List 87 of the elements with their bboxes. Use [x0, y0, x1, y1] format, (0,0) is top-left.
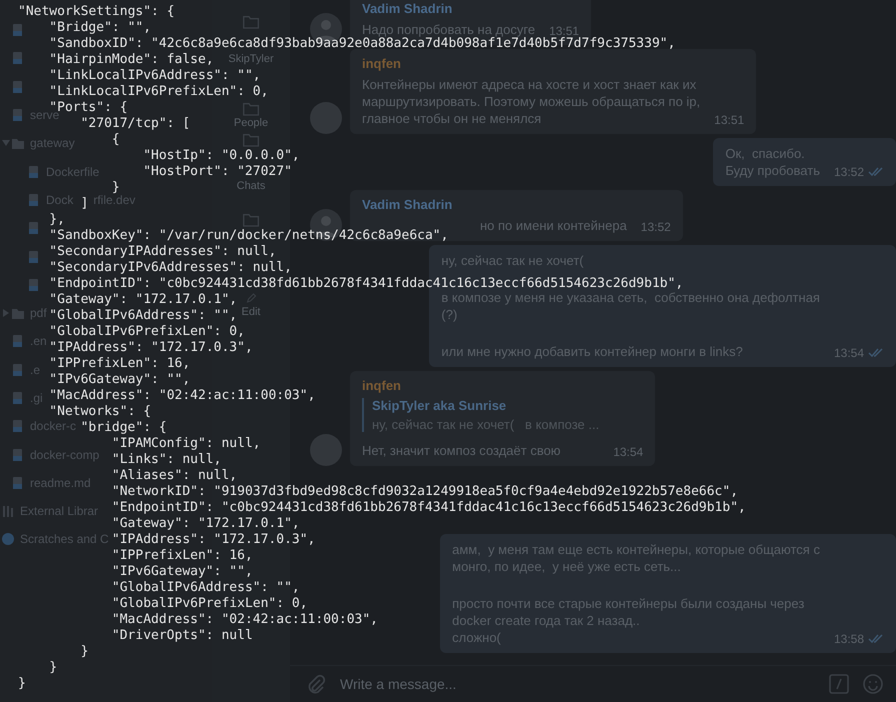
sender-name: Vadim Shadrin	[362, 1, 454, 16]
file-icon	[28, 222, 40, 234]
code-line: }	[49, 660, 58, 676]
file-icon	[28, 194, 40, 206]
code-line: "Aliases": null,	[112, 468, 238, 484]
code-line: "GlobalIPv6Address": "",	[49, 308, 238, 324]
code-line: "IPAMConfig": null,	[112, 436, 261, 452]
file-icon	[12, 476, 24, 489]
message-time: 13:51	[714, 113, 744, 127]
folder-icon	[240, 132, 262, 148]
code-line: {	[112, 132, 120, 148]
sender-name: inqfen	[362, 378, 402, 393]
emoji-icon[interactable]	[862, 673, 884, 695]
file-icon	[28, 250, 40, 263]
sender-name: inqfen	[362, 56, 402, 71]
code-line: "MacAddress": "02:42:ac:11:00:03",	[49, 388, 316, 404]
code-line: "GlobalIPv6PrefixLen": 0,	[112, 596, 308, 612]
code-line: "IPPrefixLen": 16,	[49, 356, 190, 372]
folder-icon	[12, 137, 24, 150]
pencil-icon	[244, 293, 258, 305]
file-icon	[12, 109, 24, 122]
code-line: }	[112, 180, 120, 195]
message-time: 13:54	[613, 445, 644, 459]
code-line: "Links": null,	[112, 452, 222, 468]
library-icon	[2, 505, 14, 518]
code-line: "SandboxID": "42c6c8a9e6ca8df93bab9aa92e0a88a2ca7d4b098af1e7d40b5f7d7f9c375339",	[49, 36, 676, 52]
message-time: 13:51	[549, 24, 580, 38]
code-line: "GlobalIPv6Address": "",	[112, 580, 300, 596]
code-line: "bridge": {	[80, 420, 167, 436]
code-line: "Networks": {	[49, 404, 152, 420]
message-time: 13:52	[640, 220, 671, 234]
collapsed-arrow-icon[interactable]	[2, 309, 10, 318]
code-line: "HostIp": "0.0.0.0",	[143, 148, 300, 164]
code-line: "IPv6Gateway": "",	[112, 564, 253, 580]
file-icon	[28, 166, 40, 178]
folder-icon	[12, 307, 24, 320]
code-line: "EndpointID": "c0bc924431cd38fd61bb2678f4341fddac41c16c13eccf66d5154623c26d9b1b",	[112, 500, 746, 516]
code-line: "IPPrefixLen": 16,	[112, 548, 253, 564]
code-line: "IPAddress": "172.17.0.3",	[112, 532, 316, 548]
code-line: "IPAddress": "172.17.0.3",	[49, 340, 253, 356]
code-line: "27017/tcp": [	[80, 116, 190, 132]
file-icon	[12, 24, 24, 36]
code-line: "SecondaryIPv6Addresses": null,	[49, 260, 292, 276]
code-line: "Gateway": "172.17.0.1",	[112, 516, 300, 532]
message-text: Контейнеры имеют адреса на хосте и хост знает как их маршрутизировать. Поэтому можешь обращаться по ip, главное чтобы он не менялся	[362, 76, 700, 127]
file-icon	[12, 392, 24, 404]
code-line: "HairpinMode": false,	[49, 52, 214, 68]
file-icon	[12, 52, 24, 64]
folder-label[interactable]: SkipTyler	[228, 53, 274, 66]
command-icon[interactable]	[828, 673, 850, 695]
code-line: }	[18, 676, 26, 692]
folder-label[interactable]: People	[234, 117, 268, 130]
folder-icon	[240, 14, 262, 30]
paperclip-icon[interactable]	[306, 674, 326, 694]
message-input[interactable]: Write a message...	[338, 675, 816, 693]
file-icon	[12, 448, 24, 461]
code-line: "NetworkID": "919037d3fbd9ed98c8cfd9032a1249918ea5f0cf9a4e4ebd92e1922b57e8e66c",	[112, 484, 738, 500]
code-line: "Bridge": "",	[49, 20, 152, 36]
code-line: ]	[80, 196, 88, 212]
code-line: }	[80, 644, 88, 660]
code-line: "SandboxKey": "/var/run/docker/netns/42c6c8a9e6ca",	[49, 228, 448, 244]
sender-name: Vadim Shadrin	[362, 197, 454, 212]
folder-icon	[240, 212, 262, 228]
message-text: Нет, значит композ создаёт свою	[362, 442, 562, 459]
code-line: },	[49, 212, 65, 228]
scratch-icon	[2, 533, 14, 546]
file-icon	[12, 80, 24, 93]
code-line: "GlobalIPv6PrefixLen": 0,	[49, 324, 245, 340]
file-icon	[28, 278, 40, 291]
folder-label[interactable]: Chats	[236, 180, 266, 193]
folder-label[interactable]: Edit	[242, 306, 260, 319]
code-line: "LinkLocalIPv6PrefixLen": 0,	[49, 84, 268, 100]
code-line: "SecondaryIPAddresses": null,	[49, 244, 276, 260]
code-line: "LinkLocalIPv6Address": "",	[49, 68, 261, 84]
message-text: Надо попробовать на досуге	[362, 21, 536, 37]
code-line: "NetworkSettings": {	[18, 4, 175, 20]
message-text: но по имени контейнера	[479, 217, 627, 234]
code-line: "EndpointID": "c0bc924431cd38fd61bb2678f4341fddac41c16c13eccf66d5154623c26d9b1b",	[49, 276, 684, 292]
expanded-arrow-icon[interactable]	[2, 139, 10, 148]
code-line: "IPv6Gateway": "",	[49, 372, 190, 388]
file-icon	[12, 420, 24, 432]
code-line: "MacAddress": "02:42:ac:11:00:03",	[112, 612, 378, 628]
file-icon	[12, 335, 24, 348]
code-line: "HostPort": "27027"	[143, 164, 292, 180]
file-icon	[12, 364, 24, 376]
code-line: "Gateway": "172.17.0.1",	[49, 292, 238, 308]
code-line: "DriverOpts": null	[112, 628, 253, 644]
